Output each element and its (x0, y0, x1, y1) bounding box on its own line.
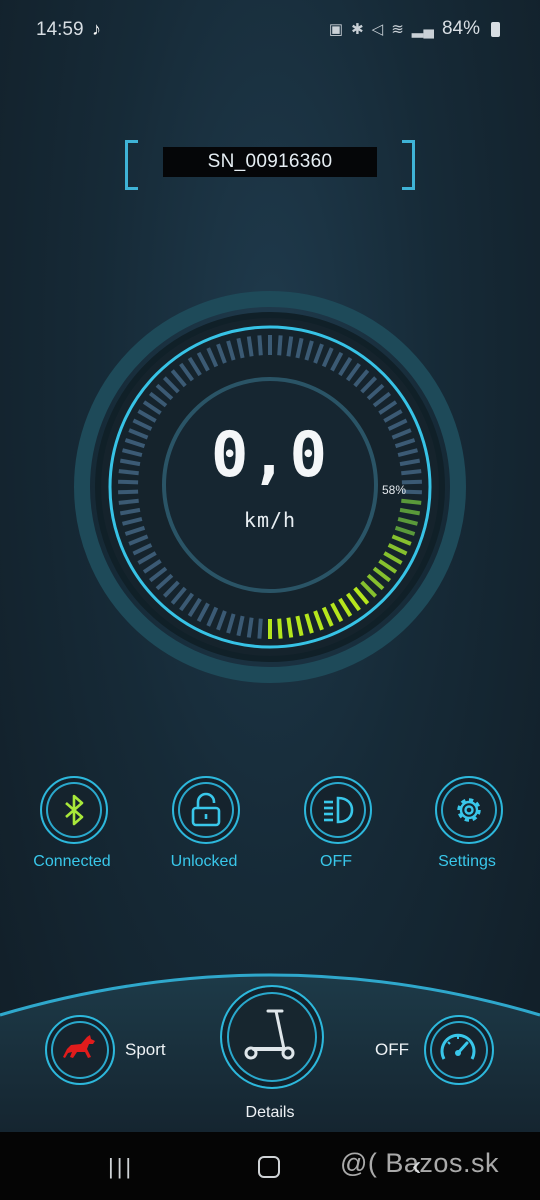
settings-button[interactable]: Settings (409, 776, 529, 886)
settings-button-circle[interactable] (435, 776, 503, 844)
battery-tick (277, 335, 283, 356)
battery-percent-label: 58% (382, 483, 407, 497)
battery-tick (246, 336, 254, 357)
status-time: 14:59 (36, 19, 84, 40)
mute-icon: ◁ (371, 21, 384, 38)
recent-apps-icon[interactable]: ||| (108, 1154, 134, 1180)
status-bar: 14:59 ♪ ▣ ✱ ◁ ≋ ▂▄ 84% (0, 0, 540, 60)
serial-number-box: SN_00916360 (125, 140, 415, 190)
scooter-icon (244, 1009, 295, 1060)
status-battery-text: 84% (441, 18, 480, 39)
speed-unit: km/h (243, 508, 297, 532)
signal-icon: ▂▄ (411, 21, 434, 38)
details-label: Details (245, 1104, 295, 1121)
details-button[interactable] (220, 985, 324, 1089)
battery-tick-lit (401, 498, 422, 505)
battery-tick-lit (286, 617, 294, 638)
sim-icon: ▣ (328, 21, 344, 38)
lock-status-label: Unlocked (170, 853, 238, 870)
status-icons: ▣ ✱ ◁ ≋ ▂▄ 84% (329, 18, 500, 40)
lock-button[interactable]: Unlocked (146, 776, 266, 886)
battery-tick (118, 489, 139, 495)
home-icon[interactable] (258, 1156, 280, 1178)
settings-label: Settings (438, 853, 496, 870)
headlight-status-label: OFF (320, 853, 352, 870)
battery-tick-lit (277, 618, 283, 639)
bluetooth-button-circle[interactable] (40, 776, 108, 844)
cruise-control-label: OFF (375, 1040, 409, 1059)
right-bracket (402, 140, 415, 190)
battery-tick (257, 618, 263, 639)
battery-tick (118, 498, 139, 505)
lock-button-circle[interactable] (172, 776, 240, 844)
unlock-icon (191, 792, 221, 827)
left-bracket (125, 140, 138, 190)
battery-tick (246, 617, 254, 638)
speedometer-icon (440, 1033, 476, 1060)
bluetooth-button[interactable]: Connected (14, 776, 134, 886)
gear-icon (457, 798, 481, 822)
wifi-icon: ≋ (391, 21, 404, 38)
battery-tick (257, 335, 263, 356)
horse-icon (63, 1035, 95, 1058)
watermark: @( Bazos.sk (340, 1148, 499, 1178)
headlight-button[interactable]: OFF (278, 776, 398, 886)
serial-number: SN_00916360 (163, 147, 377, 177)
cruise-control-button[interactable] (424, 1015, 494, 1085)
headlight-icon (324, 796, 354, 824)
battery-icon (491, 21, 500, 37)
bluetooth-status-icon: ✱ (351, 21, 364, 38)
bluetooth-icon (65, 794, 84, 826)
headlight-button-circle[interactable] (304, 776, 372, 844)
ride-mode-button[interactable] (45, 1015, 115, 1085)
bluetooth-status-label: Connected (33, 853, 111, 870)
speed-readout: 0,0 (211, 418, 329, 491)
ride-mode-label: Sport (125, 1040, 166, 1059)
battery-tick (286, 336, 294, 357)
tiktok-notification-icon: ♪ (92, 19, 101, 39)
